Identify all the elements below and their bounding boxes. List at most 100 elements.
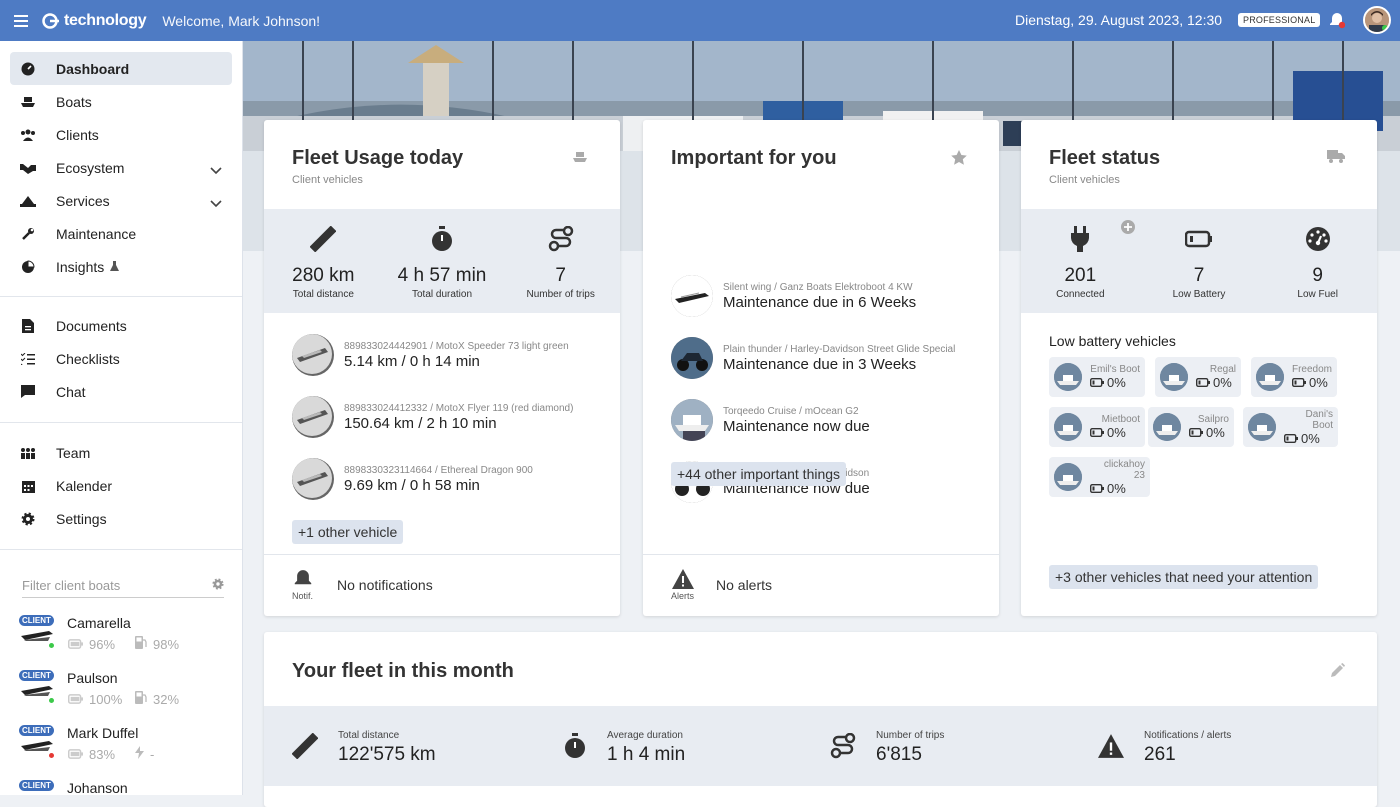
low-battery-vehicle[interactable]: clickahoy 23 0% <box>1049 457 1150 497</box>
dashboard-icon <box>20 61 36 77</box>
menu-icon[interactable] <box>14 14 28 27</box>
important-item[interactable]: Plain thunder / Harley-Davidson Street G… <box>671 337 955 379</box>
gauge-icon <box>1305 227 1331 256</box>
handshake-icon <box>20 160 36 176</box>
vehicle-id: 889833024412332 / MotoX Flyer 119 (red d… <box>344 402 574 414</box>
battery-percent: 0% <box>1107 375 1126 390</box>
stat-value: 280 km <box>292 265 355 286</box>
star-icon[interactable] <box>951 150 967 170</box>
alerts-footer: Alerts No alerts <box>643 554 999 616</box>
avatar[interactable] <box>1363 6 1391 34</box>
gear-icon <box>20 511 36 527</box>
boat-name: Johanson <box>67 780 128 795</box>
low-battery-vehicle[interactable]: Freedom 0% <box>1251 357 1337 397</box>
important-item[interactable]: Torqeedo Cruise / mOcean G2 Maintenance … <box>671 399 870 441</box>
bell-icon[interactable] <box>1329 12 1346 34</box>
battery-percent: 0% <box>1308 375 1328 390</box>
sidebar-item-clients[interactable]: Clients <box>10 118 232 151</box>
sidebar-item-dashboard[interactable]: Dashboard <box>10 52 232 85</box>
stat-low-fuel: 9 Low Fuel <box>1258 209 1377 313</box>
sidebar-item-checklists[interactable]: Checklists <box>10 342 232 375</box>
team-icon <box>20 445 36 461</box>
fleet-status-card: Fleet status Client vehicles 201 Connect… <box>1021 120 1377 616</box>
maintenance-status: Maintenance now due <box>723 417 870 435</box>
pencil-icon[interactable] <box>1331 663 1345 682</box>
footer-text: No alerts <box>716 577 773 593</box>
more-important-chip[interactable]: +44 other important things <box>671 462 847 486</box>
more-attention-chip[interactable]: +3 other vehicles that need your attenti… <box>1049 565 1319 589</box>
client-boat-item[interactable]: CLIENT Mark Duffel 83% - <box>18 724 242 763</box>
battery-icon <box>1089 481 1104 496</box>
gear-icon[interactable] <box>212 578 224 593</box>
sidebar-item-documents[interactable]: Documents <box>10 309 232 342</box>
vehicle-name: clickahoy 23 <box>1103 458 1145 481</box>
usage-vehicle-row[interactable]: 8898330323114664 / Ethereal Dragon 900 9… <box>292 458 533 500</box>
logo[interactable]: technology <box>42 12 147 30</box>
boat-name: Camarella <box>67 615 131 631</box>
client-boat-item[interactable]: CLIENT Johanson <box>18 779 242 795</box>
sidebar-item-kalender[interactable]: Kalender <box>10 469 232 502</box>
vehicle-photo <box>1054 413 1082 441</box>
checklist-icon <box>20 351 36 367</box>
secondary-value: 98% <box>153 636 180 652</box>
month-stats: Total distance 122'575 km Average duratio… <box>264 706 1377 786</box>
battery-icon <box>1188 425 1203 440</box>
ruler-icon <box>309 225 337 256</box>
sidebar-item-label: Team <box>56 444 91 461</box>
vehicle-name: Regal <box>1209 364 1236 375</box>
battery-icon <box>67 637 83 652</box>
low-battery-vehicle[interactable]: Sailpro 0% <box>1148 407 1234 447</box>
sidebar-item-maintenance[interactable]: Maintenance <box>10 217 232 250</box>
low-battery-vehicle[interactable]: Dani's Boot 0% <box>1243 407 1338 447</box>
chevron-down-icon[interactable] <box>210 162 222 178</box>
usage-vehicle-row[interactable]: 889833024412332 / MotoX Flyer 119 (red d… <box>292 396 573 438</box>
vehicle-photo <box>1248 413 1276 441</box>
status-dot <box>48 642 55 649</box>
sidebar-item-team[interactable]: Team <box>10 436 232 469</box>
add-circle-icon[interactable] <box>1121 220 1135 239</box>
more-vehicles-chip[interactable]: +1 other vehicle <box>292 520 404 544</box>
chevron-down-icon[interactable] <box>210 195 222 211</box>
client-boat-item[interactable]: CLIENT Camarella 96% 98% <box>18 614 242 653</box>
month-stat-number-of-trips: Number of trips 6'815 <box>830 730 944 766</box>
filter-input[interactable]: Filter client boats <box>22 578 120 593</box>
sidebar-item-settings[interactable]: Settings <box>10 502 232 535</box>
battery-percent: 0% <box>1206 425 1225 440</box>
sidebar-item-chat[interactable]: Chat <box>10 375 232 408</box>
boat-name: Paulson <box>67 670 118 686</box>
sidebar-item-services[interactable]: Services <box>10 184 232 217</box>
card-title: Fleet status <box>1049 147 1161 169</box>
card-subtitle: Client vehicles <box>292 174 363 186</box>
vehicle-photo <box>292 458 334 500</box>
usage-vehicle-row[interactable]: 889833024442901 / MotoX Speeder 73 light… <box>292 334 569 376</box>
vehicle-usage: 5.14 km / 0 h 14 min <box>344 352 480 370</box>
client-badge: CLIENT <box>19 725 54 736</box>
usage-stats: 280 km Total distance 4 h 57 min Total d… <box>264 209 620 313</box>
stat-label: Total distance <box>292 289 354 300</box>
filter-client-boats[interactable]: Filter client boats <box>22 574 224 598</box>
sidebar-item-insights[interactable]: Insights <box>10 250 232 283</box>
vehicle-name: Mietboot <box>1101 414 1140 425</box>
fleet-usage-card: Fleet Usage today Client vehicles 280 km… <box>264 120 620 616</box>
notifications-icon-block: Notif. <box>292 569 313 601</box>
vehicle-photo <box>292 396 334 438</box>
client-badge: CLIENT <box>19 670 54 681</box>
client-boat-item[interactable]: CLIENT Paulson 100% 32% <box>18 669 242 708</box>
low-battery-vehicle[interactable]: Emil's Boot 0% <box>1049 357 1145 397</box>
low-battery-vehicle[interactable]: Regal 0% <box>1155 357 1241 397</box>
battery-percent: 0% <box>1301 430 1320 446</box>
boat-stats: 96% 98% <box>67 636 180 652</box>
stat-label: Average duration <box>607 730 683 741</box>
vehicle-id: Torqeedo Cruise / mOcean G2 <box>723 405 859 417</box>
card-title: Fleet Usage today <box>292 147 464 169</box>
low-battery-vehicle[interactable]: Mietboot 0% <box>1049 407 1145 447</box>
important-item[interactable]: Silent wing / Ganz Boats Elektroboot 4 K… <box>671 275 916 317</box>
stat-value: 7 <box>1193 265 1205 286</box>
stat-value: 261 <box>1144 744 1176 765</box>
sidebar-item-label: Chat <box>56 383 86 400</box>
boat-name: Mark Duffel <box>67 725 139 741</box>
sidebar-item-boats[interactable]: Boats <box>10 85 232 118</box>
sidebar-item-ecosystem[interactable]: Ecosystem <box>10 151 232 184</box>
logo-icon <box>42 12 59 29</box>
status-stats: 201 Connected 7 Low Battery 9 Low Fuel <box>1021 209 1377 313</box>
